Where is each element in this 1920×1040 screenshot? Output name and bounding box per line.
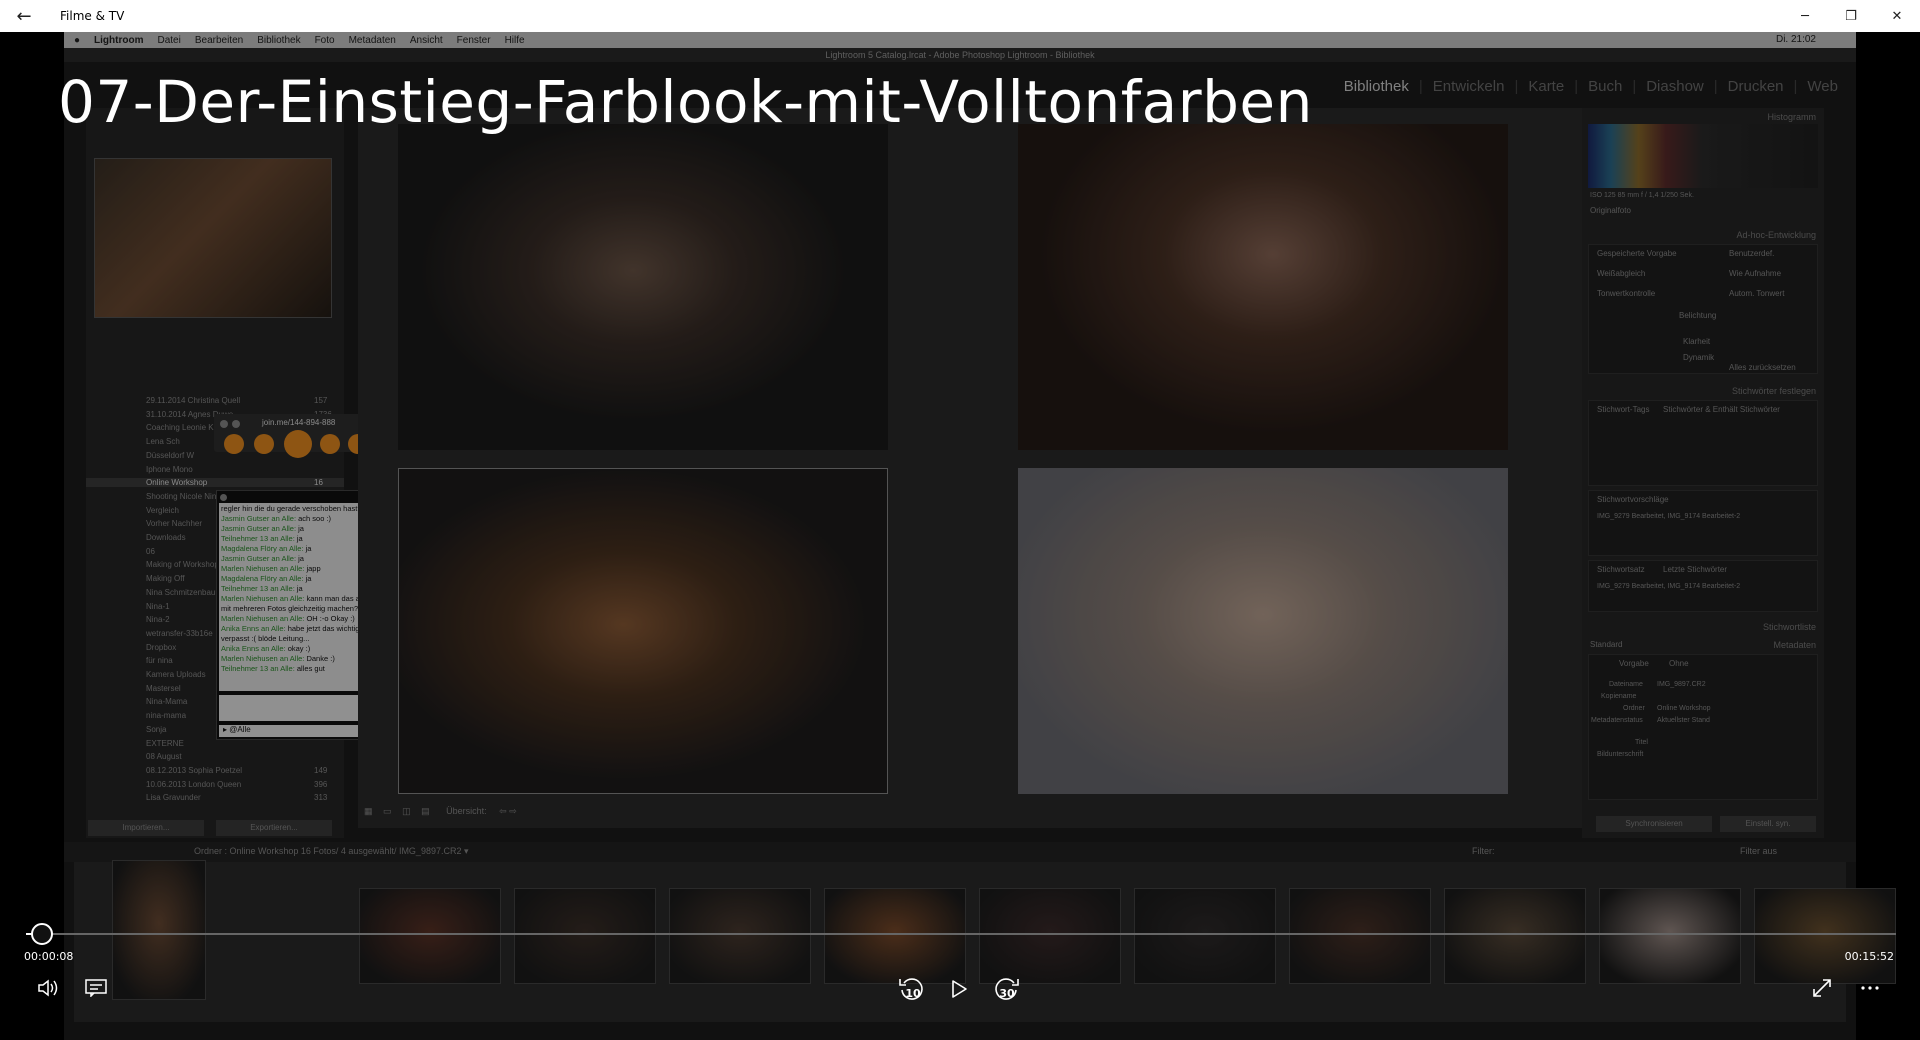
- restore-icon: ❐: [1845, 8, 1857, 24]
- minimize-button[interactable]: ─: [1782, 0, 1828, 32]
- volume-button[interactable]: [32, 972, 64, 1004]
- total-time: 00:15:52: [1844, 950, 1894, 963]
- skip-back-seconds: 10: [905, 986, 921, 1000]
- skip-forward-seconds: 30: [999, 986, 1015, 1000]
- more-button[interactable]: [1854, 972, 1886, 1004]
- app-title: Filme & TV: [60, 9, 125, 23]
- fullscreen-button[interactable]: [1806, 972, 1838, 1004]
- seek-bar[interactable]: [26, 933, 1896, 935]
- skip-forward-button[interactable]: 30: [990, 972, 1024, 1006]
- window-controls: ─ ❐ ✕: [1782, 0, 1920, 32]
- volume-icon: [38, 979, 58, 997]
- elapsed-time: 00:00:08: [24, 950, 74, 963]
- seek-handle[interactable]: [30, 923, 53, 945]
- video-title: 07-Der-Einstieg-Farblook-mit-Volltonfarb…: [58, 68, 1313, 136]
- video-overlay-scrim: [0, 32, 1920, 1040]
- play-icon: [952, 980, 967, 998]
- fullscreen-icon: [1813, 979, 1831, 997]
- video-player[interactable]: ● Lightroom Datei Bearbeiten Bibliothek Foto…: [0, 32, 1920, 1040]
- subtitles-button[interactable]: [80, 972, 112, 1004]
- close-icon: ✕: [1891, 8, 1903, 24]
- title-bar: ← Filme & TV ─ ❐ ✕: [0, 0, 1920, 32]
- close-button[interactable]: ✕: [1874, 0, 1920, 32]
- back-button[interactable]: ←: [0, 0, 48, 32]
- restore-button[interactable]: ❐: [1828, 0, 1874, 32]
- subtitles-icon: [85, 979, 107, 997]
- back-arrow-icon: ←: [16, 5, 32, 27]
- skip-back-button[interactable]: 10: [894, 972, 928, 1006]
- play-button[interactable]: [942, 972, 976, 1006]
- minimize-icon: ─: [1801, 8, 1809, 24]
- more-icon: [1861, 986, 1879, 990]
